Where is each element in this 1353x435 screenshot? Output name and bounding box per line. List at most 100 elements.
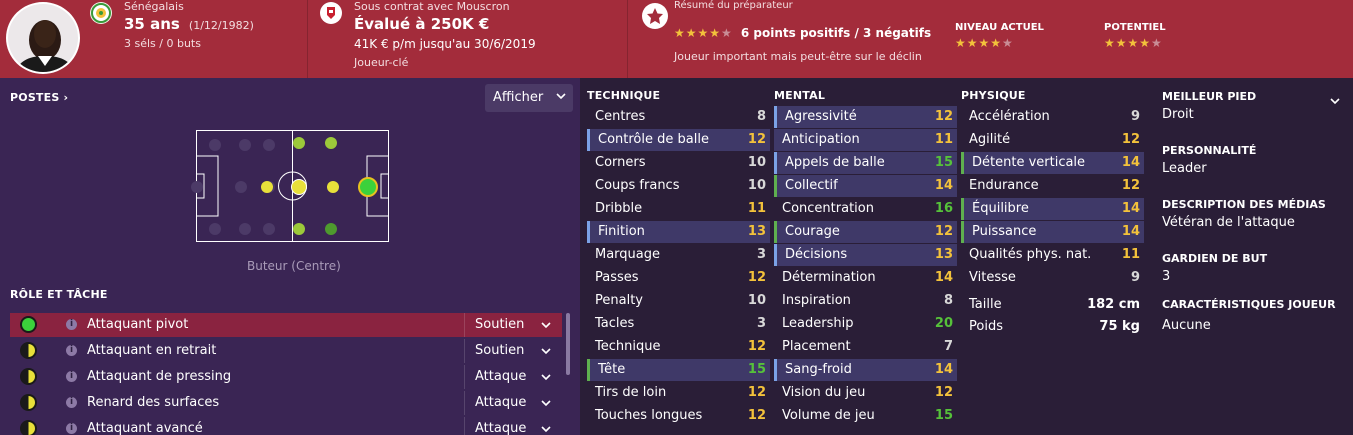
attribute-value: 12 [747, 339, 766, 354]
attribute-row[interactable]: Équilibre 14 [961, 198, 1144, 220]
position-mr[interactable] [293, 223, 305, 235]
attribute-row[interactable]: Qualités phys. nat. 11 [961, 244, 1144, 266]
duty-dropdown[interactable]: Attaque [464, 391, 562, 415]
attribute-row[interactable]: Agressivité 12 [774, 106, 957, 128]
attribute-row[interactable]: Inspiration 8 [774, 290, 957, 312]
chevron-down-icon[interactable] [1329, 92, 1341, 111]
attribute-row[interactable]: Vitesse 9 [961, 267, 1144, 289]
player-age: 35 ans [124, 15, 180, 33]
attribute-row[interactable]: Volume de jeu 15 [774, 405, 957, 427]
duty-dropdown[interactable]: Attaque [464, 417, 562, 435]
position-amr[interactable] [325, 223, 337, 235]
position-dml[interactable] [263, 139, 275, 151]
attribute-row[interactable]: Puissance 14 [961, 221, 1144, 243]
position-mc-left[interactable] [261, 181, 273, 193]
attribute-row[interactable]: Touches longues 12 [587, 405, 770, 427]
position-dc[interactable] [235, 181, 247, 193]
attribute-row[interactable]: Technique 12 [587, 336, 770, 358]
attribute-row[interactable]: Courage 12 [774, 221, 957, 243]
attribute-row[interactable]: Collectif 14 [774, 175, 957, 197]
attribute-value: 3 [756, 247, 766, 262]
attribute-row[interactable]: Sang-froid 14 [774, 359, 957, 381]
player-profile: Sénégalais 35 ans (1/12/1982) 3 séls / 0… [0, 0, 1353, 435]
info-icon[interactable]: i [66, 319, 77, 330]
attribute-row[interactable]: Leadership 20 [774, 313, 957, 335]
summary-points[interactable]: 6 points positifs / 3 négatifs [741, 26, 931, 40]
attribute-row[interactable]: Endurance 12 [961, 175, 1144, 197]
roles-scrollbar[interactable] [566, 313, 570, 375]
role-row[interactable]: i Attaquant de pressing Attaque [10, 365, 562, 389]
attribute-row[interactable]: Tacles 3 [587, 313, 770, 335]
duty-value: Attaque [475, 369, 527, 384]
attribute-value: 10 [747, 155, 766, 170]
role-row[interactable]: i Attaquant pivot Soutien [10, 313, 562, 337]
attribute-label: Courage [785, 224, 840, 239]
media-description-label: DESCRIPTION DES MÉDIAS [1162, 198, 1326, 211]
attribute-row[interactable]: Centres 8 [587, 106, 770, 128]
attribute-row[interactable]: Finition 13 [587, 221, 770, 243]
attribute-row[interactable]: Contrôle de balle 12 [587, 129, 770, 151]
position-aml[interactable] [325, 137, 337, 149]
goalkeeper-value: 3 [1162, 269, 1171, 284]
attribute-value: 11 [934, 132, 953, 147]
positions-title[interactable]: POSTES › [10, 91, 68, 104]
attribute-label: Agressivité [785, 109, 857, 124]
info-icon[interactable]: i [66, 397, 77, 408]
contract-block: Sous contrat avec Mouscron Évalué à 250K… [308, 0, 628, 78]
mental-title: MENTAL [774, 89, 826, 102]
position-dcr[interactable] [239, 223, 251, 235]
attribute-label: Volume de jeu [782, 408, 875, 423]
attribute-row[interactable]: Placement 7 [774, 336, 957, 358]
role-row[interactable]: i Attaquant en retrait Soutien [10, 339, 562, 363]
role-row[interactable]: i Attaquant avancé Attaque [10, 417, 562, 435]
player-dob: (1/12/1982) [188, 19, 254, 32]
info-icon[interactable]: i [66, 345, 77, 356]
attribute-row[interactable]: Anticipation 11 [774, 129, 957, 151]
attribute-row[interactable]: Marquage 3 [587, 244, 770, 266]
attribute-row[interactable]: Concentration 16 [774, 198, 957, 220]
attribute-row[interactable]: Tête 15 [587, 359, 770, 381]
attribute-row[interactable]: Accélération 9 [961, 106, 1144, 128]
role-row[interactable]: i Renard des surfaces Attaque [10, 391, 562, 415]
position-st-selected[interactable] [358, 177, 378, 197]
show-dropdown-button[interactable]: Afficher [485, 84, 573, 112]
position-gk[interactable] [191, 181, 203, 193]
club-crest-icon[interactable] [320, 2, 342, 24]
summary-label: Résumé du préparateur [674, 0, 793, 11]
attribute-row[interactable]: Détermination 14 [774, 267, 957, 289]
position-am[interactable] [327, 181, 339, 193]
position-ml[interactable] [293, 137, 305, 149]
attribute-row[interactable]: Appels de balle 15 [774, 152, 957, 174]
position-dr[interactable] [209, 223, 221, 235]
attribute-value: 14 [934, 178, 953, 193]
attribute-row[interactable]: Coups francs 10 [587, 175, 770, 197]
position-dl[interactable] [209, 139, 221, 151]
duty-dropdown[interactable]: Attaque [464, 365, 562, 389]
attribute-row[interactable]: Dribble 11 [587, 198, 770, 220]
attribute-row[interactable]: Vision du jeu 12 [774, 382, 957, 404]
attribute-value: 15 [934, 155, 953, 170]
attribute-value: 12 [747, 270, 766, 285]
duty-dropdown[interactable]: Soutien [464, 313, 562, 337]
attribute-value: 12 [747, 132, 766, 147]
attribute-value: 12 [747, 385, 766, 400]
position-dmr[interactable] [263, 223, 275, 235]
attribute-row[interactable]: Agilité 12 [961, 129, 1144, 151]
attribute-row[interactable]: Passes 12 [587, 267, 770, 289]
attribute-row[interactable]: Détente verticale 14 [961, 152, 1144, 174]
attribute-row[interactable]: Tirs de loin 12 [587, 382, 770, 404]
role-suitability-half-icon [20, 420, 37, 435]
info-icon[interactable]: i [66, 371, 77, 382]
attribute-row[interactable]: Décisions 13 [774, 244, 957, 266]
duty-dropdown[interactable]: Soutien [464, 339, 562, 363]
attribute-label: Détente verticale [972, 155, 1086, 170]
position-amc[interactable] [291, 179, 307, 195]
info-icon[interactable]: i [66, 423, 77, 434]
position-dcl[interactable] [239, 139, 251, 151]
attribute-row[interactable]: Corners 10 [587, 152, 770, 174]
attribute-label: Puissance [972, 224, 1037, 239]
duty-value: Attaque [475, 421, 527, 435]
attribute-row[interactable]: Penalty 10 [587, 290, 770, 312]
current-ability-stars: ★★★★★ [955, 36, 1014, 50]
contract-club[interactable]: Sous contrat avec Mouscron [354, 0, 510, 13]
